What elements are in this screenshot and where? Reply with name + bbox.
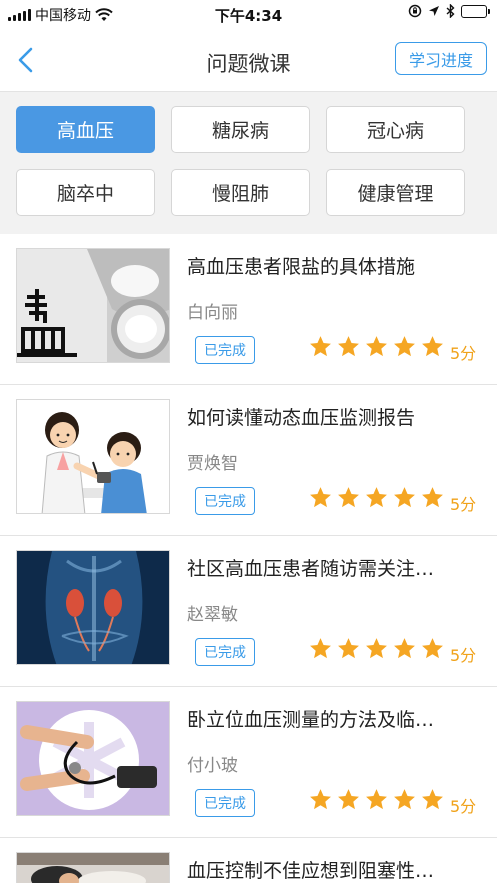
star-icon (338, 789, 359, 810)
star-rating (308, 485, 445, 510)
tag-health-management[interactable]: 健康管理 (326, 169, 465, 216)
bluetooth-icon (446, 4, 455, 18)
status-bar: 中国移动 下午4:34 (0, 0, 497, 28)
course-author: 白向丽 (187, 303, 238, 323)
tag-coronary-heart-disease[interactable]: 冠心病 (326, 106, 465, 153)
battery-icon (461, 4, 490, 18)
completed-badge: 已完成 (195, 487, 255, 515)
tag-hypertension[interactable]: 高血压 (16, 106, 155, 153)
salt-photo-thumbnail (16, 248, 170, 363)
course-item[interactable]: 如何读懂动态血压监测报告 贾焕智 已完成 5分 (0, 385, 497, 536)
course-item[interactable]: 卧立位血压测量的方法及临… 付小玻 已完成 5分 (0, 687, 497, 838)
course-score: 5分 (450, 344, 477, 363)
tag-copd[interactable]: 慢阻肺 (171, 169, 310, 216)
course-title: 高血压患者限盐的具体措施 (187, 256, 416, 278)
category-tag-area: 高血压 糖尿病 冠心病 脑卒中 慢阻肺 健康管理 (0, 92, 497, 234)
star-rating (308, 334, 445, 359)
star-rating (308, 787, 445, 812)
location-icon (429, 6, 439, 16)
star-icon (310, 336, 331, 357)
star-icon (422, 638, 443, 659)
star-icon (338, 336, 359, 357)
nav-bar: 问题微课 学习进度 (0, 28, 497, 92)
course-author: 赵翠敏 (187, 605, 238, 625)
star-icon (394, 336, 415, 357)
star-icon (422, 336, 443, 357)
star-icon (310, 638, 331, 659)
star-icon (366, 487, 387, 508)
course-title: 血压控制不佳应想到阻塞性… (187, 860, 435, 882)
course-score: 5分 (450, 495, 477, 514)
star-icon (366, 336, 387, 357)
star-icon (394, 487, 415, 508)
course-author: 付小玻 (187, 756, 238, 776)
kidney-anatomy-thumbnail (16, 550, 170, 665)
course-item[interactable]: 血压控制不佳应想到阻塞性… (0, 838, 497, 883)
completed-badge: 已完成 (195, 336, 255, 364)
star-icon (310, 789, 331, 810)
star-icon (394, 638, 415, 659)
star-icon (394, 789, 415, 810)
course-title: 社区高血压患者随访需关注… (187, 558, 435, 580)
star-icon (338, 638, 359, 659)
star-icon (422, 789, 443, 810)
star-icon (422, 487, 443, 508)
star-icon (366, 638, 387, 659)
blood-pressure-measurement-thumbnail (16, 701, 170, 816)
course-score: 5分 (450, 797, 477, 816)
learning-progress-button[interactable]: 学习进度 (395, 42, 487, 75)
course-score: 5分 (450, 646, 477, 665)
completed-badge: 已完成 (195, 789, 255, 817)
course-author: 贾焕智 (187, 454, 238, 474)
star-icon (366, 789, 387, 810)
rotation-lock-icon (408, 4, 422, 18)
doctor-patient-illustration-thumbnail (16, 399, 170, 514)
course-item[interactable]: 社区高血压患者随访需关注… 赵翠敏 已完成 5分 (0, 536, 497, 687)
tag-stroke[interactable]: 脑卒中 (16, 169, 155, 216)
tag-diabetes[interactable]: 糖尿病 (171, 106, 310, 153)
course-item[interactable]: 高血压患者限盐的具体措施 白向丽 已完成 5分 (0, 234, 497, 385)
course-title: 如何读懂动态血压监测报告 (187, 407, 416, 429)
sleeping-patient-thumbnail (16, 852, 170, 883)
star-icon (310, 487, 331, 508)
star-icon (338, 487, 359, 508)
star-rating (308, 636, 445, 661)
course-title: 卧立位血压测量的方法及临… (187, 709, 435, 731)
completed-badge: 已完成 (195, 638, 255, 666)
status-right (408, 4, 490, 18)
